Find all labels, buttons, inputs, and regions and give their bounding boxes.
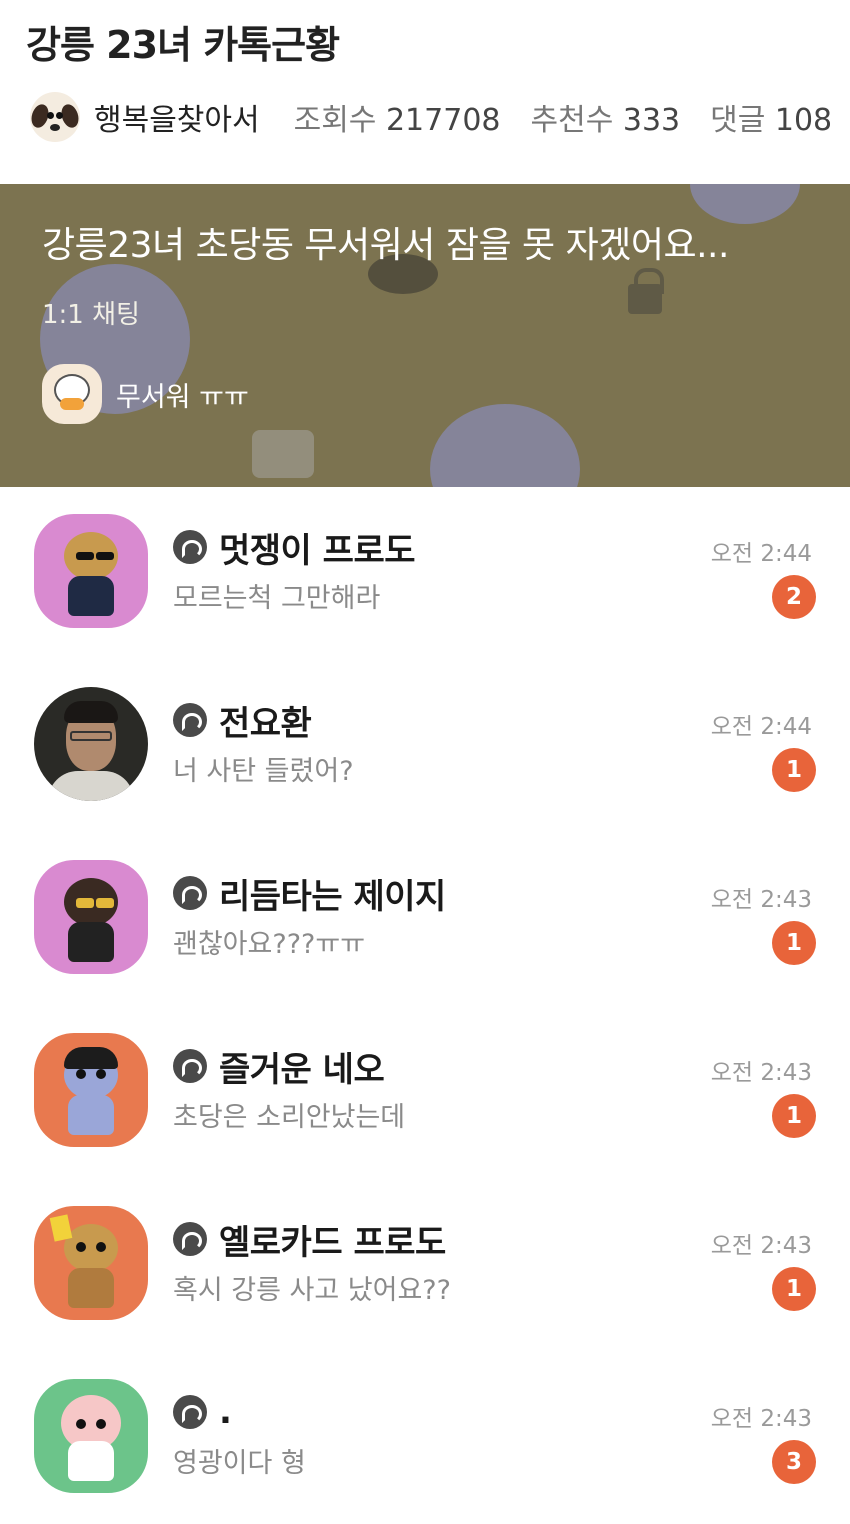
chat-name: 멋쟁이 프로도 xyxy=(219,530,416,571)
unread-badge: 1 xyxy=(772,748,816,792)
banner-avatar-icon xyxy=(42,364,102,424)
chat-list: 멋쟁이 프로도 모르는척 그만해라 오전 2:44 2 전요환 너 사탄 들렸어… xyxy=(0,487,850,1524)
camera-icon xyxy=(252,430,314,478)
post-header: 강릉 23녀 카톡근황 행복을찾아서 조회수 217708 추천수 333 댓글… xyxy=(0,0,850,184)
views-stat: 조회수 217708 xyxy=(293,103,501,138)
profile-photo[interactable] xyxy=(34,687,148,801)
apeach-avatar-icon[interactable] xyxy=(34,1379,148,1493)
chat-time: 오전 2:43 xyxy=(710,1406,812,1432)
yellow-card-icon xyxy=(49,1214,73,1242)
post-title: 강릉 23녀 카톡근황 xyxy=(26,23,340,67)
chat-name-line: 리듬타는 제이지 xyxy=(173,871,446,917)
chat-banner[interactable]: 강릉23녀 초당동 무서워서 잠을 못 자겠어요... 1:1 채팅 무서워 ㅠ… xyxy=(0,184,850,487)
chat-row[interactable]: . 영광이다 형 오전 2:43 3 xyxy=(0,1352,850,1524)
banner-last-message: 무서워 ㅠㅠ xyxy=(116,382,249,413)
chat-time: 오전 2:44 xyxy=(710,541,812,567)
author-name[interactable]: 행복을찾아서 xyxy=(94,95,260,139)
chat-row[interactable]: 즐거운 네오 초당은 소리안났는데 오전 2:43 1 xyxy=(0,1006,850,1179)
open-chat-icon xyxy=(173,1222,207,1256)
open-chat-icon xyxy=(173,1395,207,1429)
open-chat-icon xyxy=(173,876,207,910)
unread-badge: 1 xyxy=(772,1267,816,1311)
chat-time: 오전 2:44 xyxy=(710,714,812,740)
unread-badge: 2 xyxy=(772,575,816,619)
likes-stat: 추천수 333 xyxy=(530,103,681,138)
open-chat-icon xyxy=(173,530,207,564)
chat-name-line: 옐로카드 프로도 xyxy=(173,1217,446,1263)
banner-title: 강릉23녀 초당동 무서워서 잠을 못 자겠어요... xyxy=(42,225,729,266)
chat-name: 옐로카드 프로도 xyxy=(219,1222,446,1263)
unread-badge: 1 xyxy=(772,1094,816,1138)
chat-time: 오전 2:43 xyxy=(710,1233,812,1259)
comments-stat: 댓글 108 xyxy=(710,103,833,138)
chat-last-message: 영광이다 형 xyxy=(173,1448,306,1479)
chat-row[interactable]: 멋쟁이 프로도 모르는척 그만해라 오전 2:44 2 xyxy=(0,487,850,660)
author-avatar[interactable] xyxy=(30,92,80,142)
chat-name: . xyxy=(219,1392,232,1432)
banner-subtitle: 1:1 채팅 xyxy=(42,300,140,330)
chat-time: 오전 2:43 xyxy=(710,887,812,913)
chat-name-line: 전요환 xyxy=(173,698,312,744)
chat-row[interactable]: 전요환 너 사탄 들렸어? 오전 2:44 1 xyxy=(0,660,850,833)
chat-name: 리듬타는 제이지 xyxy=(219,876,446,917)
chat-row[interactable]: 리듬타는 제이지 괜찮아요???ㅠㅠ 오전 2:43 1 xyxy=(0,833,850,1006)
unread-badge: 3 xyxy=(772,1440,816,1484)
chat-last-message: 너 사탄 들렸어? xyxy=(173,756,354,787)
chat-last-message: 모르는척 그만해라 xyxy=(173,583,381,614)
open-chat-icon xyxy=(173,703,207,737)
chat-name-line: . xyxy=(173,1390,232,1434)
chat-row[interactable]: 옐로카드 프로도 혹시 강릉 사고 났어요?? 오전 2:43 1 xyxy=(0,1179,850,1352)
open-chat-icon xyxy=(173,1049,207,1083)
jayg-avatar-icon[interactable] xyxy=(34,860,148,974)
chat-last-message: 혹시 강릉 사고 났어요?? xyxy=(173,1275,451,1306)
lock-icon xyxy=(628,268,664,314)
chat-last-message: 괜찮아요???ㅠㅠ xyxy=(173,929,366,960)
chat-name: 전요환 xyxy=(219,703,312,744)
frodo-avatar-icon[interactable] xyxy=(34,1206,148,1320)
post-meta: 행복을찾아서 조회수 217708 추천수 333 댓글 108 xyxy=(30,92,850,142)
neo-avatar-icon[interactable] xyxy=(34,1033,148,1147)
chat-name-line: 즐거운 네오 xyxy=(173,1044,385,1090)
frodo-avatar-icon[interactable] xyxy=(34,514,148,628)
chat-name-line: 멋쟁이 프로도 xyxy=(173,525,416,571)
character-decoration xyxy=(430,404,580,487)
unread-badge: 1 xyxy=(772,921,816,965)
chat-last-message: 초당은 소리안났는데 xyxy=(173,1102,406,1133)
chat-time: 오전 2:43 xyxy=(710,1060,812,1086)
chat-name: 즐거운 네오 xyxy=(219,1049,385,1090)
